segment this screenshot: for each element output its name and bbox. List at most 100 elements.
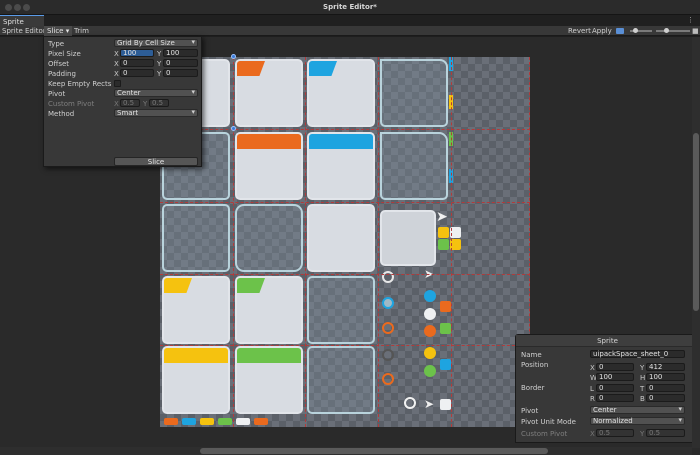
- sprite-panel-orange-header[interactable]: [235, 132, 303, 200]
- sprite-panel-green-tag[interactable]: [235, 276, 303, 344]
- sprite-panel-orange-tag[interactable]: [235, 59, 303, 127]
- crosshair-orange-icon[interactable]: [382, 373, 394, 385]
- sprite-panel-green-header[interactable]: [235, 346, 303, 414]
- trim-button[interactable]: Trim: [74, 27, 89, 35]
- crosshair-white-icon[interactable]: [382, 271, 394, 283]
- yellow-header: [164, 348, 228, 363]
- y-axis-label: Y: [157, 70, 162, 78]
- sprite-glass-panel[interactable]: [235, 204, 303, 272]
- pivot-dropdown[interactable]: Center: [114, 89, 198, 97]
- cursor-arrow-icon[interactable]: ➤: [436, 209, 448, 225]
- orange-circle-sprite[interactable]: [424, 325, 436, 337]
- blue-square-sprite[interactable]: [440, 359, 451, 370]
- sprite-panel-blue-tag[interactable]: [307, 59, 375, 127]
- more-options-icon[interactable]: ⋮: [687, 16, 694, 24]
- sprite-glass-panel[interactable]: [380, 59, 448, 127]
- green-bar-sprite[interactable]: [218, 418, 232, 425]
- zoom-slider[interactable]: [656, 30, 690, 32]
- color-channel-icon[interactable]: [616, 28, 624, 34]
- sprite-glass-panel[interactable]: [162, 204, 230, 272]
- vertical-scrollbar[interactable]: [692, 37, 700, 448]
- crosshair-white-icon[interactable]: [404, 397, 416, 409]
- slice-grid-line: [305, 57, 306, 427]
- position-label: Position: [521, 361, 549, 369]
- position-x-input[interactable]: 0: [596, 363, 634, 371]
- sprite-panel-yellow-tag[interactable]: [162, 276, 230, 344]
- border-top-input[interactable]: 0: [646, 384, 685, 392]
- slice-button[interactable]: Slice: [114, 157, 198, 166]
- padding-x-input[interactable]: 0: [120, 69, 154, 77]
- custom-pivot-y-input: 0.5: [149, 99, 169, 107]
- yellow-circle-sprite[interactable]: [424, 347, 436, 359]
- yellow-bar-sprite[interactable]: [200, 418, 214, 425]
- blue-header: [309, 134, 373, 149]
- r-axis-label: R: [590, 395, 595, 403]
- keep-empty-rects-label: Keep Empty Rects: [48, 80, 112, 88]
- l-axis-label: L: [590, 385, 594, 393]
- offset-y-input[interactable]: 0: [163, 59, 198, 67]
- white-bar-sprite[interactable]: [236, 418, 250, 425]
- position-w-input[interactable]: 100: [596, 373, 634, 381]
- pivot-unit-mode-dropdown[interactable]: Normalized: [590, 417, 685, 425]
- sprite-pivot-dropdown[interactable]: Center: [590, 406, 685, 414]
- slice-selection-handle[interactable]: [231, 126, 236, 131]
- pixel-size-y-input[interactable]: 100: [163, 49, 198, 57]
- crosshair-blue-icon[interactable]: [382, 297, 394, 309]
- sprite-panel-yellow-header[interactable]: [162, 346, 230, 414]
- green-square-sprite[interactable]: [438, 239, 449, 250]
- keep-empty-rects-checkbox[interactable]: [114, 80, 121, 87]
- orange-square-sprite[interactable]: [440, 301, 451, 312]
- sprite-panel-plain[interactable]: [307, 204, 375, 272]
- blue-circle-sprite[interactable]: [424, 290, 436, 302]
- sprite-glass-panel[interactable]: [307, 346, 375, 414]
- tab-sprite-editor[interactable]: Sprite Editor*: [0, 15, 44, 34]
- vertical-scroll-thumb[interactable]: [693, 133, 699, 311]
- orange-bar-sprite[interactable]: [164, 418, 178, 425]
- white-square-sprite[interactable]: [440, 399, 451, 410]
- sprite-panel-header: Sprite: [516, 335, 699, 347]
- revert-button[interactable]: Revert: [568, 27, 591, 35]
- method-dropdown[interactable]: Smart: [114, 109, 198, 117]
- orange-bar-sprite[interactable]: [254, 418, 268, 425]
- sprite-panel-small[interactable]: [380, 210, 436, 266]
- position-y-input[interactable]: 412: [646, 363, 685, 371]
- pivot-label: Pivot: [48, 90, 66, 98]
- sprite-glass-panel[interactable]: [307, 276, 375, 344]
- crosshair-dark-icon[interactable]: [382, 349, 394, 361]
- slice-menu-button[interactable]: Slice ▾: [44, 26, 73, 36]
- zoom-slider-knob[interactable]: [664, 28, 669, 33]
- offset-x-input[interactable]: 0: [120, 59, 154, 67]
- crosshair-orange-icon[interactable]: [382, 322, 394, 334]
- padding-y-input[interactable]: 0: [163, 69, 198, 77]
- orange-tag: [237, 61, 265, 76]
- horizontal-scrollbar[interactable]: [0, 447, 692, 455]
- slice-selection-handle[interactable]: [231, 54, 236, 59]
- x-axis-label: X: [114, 60, 119, 68]
- x-axis-label: X: [114, 100, 119, 108]
- apply-button[interactable]: Apply: [592, 27, 612, 35]
- green-square-sprite[interactable]: [440, 323, 451, 334]
- sprite-name-input[interactable]: uipackSpace_sheet_0: [590, 350, 685, 358]
- window-title: Sprite Editor*: [323, 3, 377, 11]
- green-circle-sprite[interactable]: [424, 365, 436, 377]
- sprite-panel-blue-header[interactable]: [307, 132, 375, 200]
- pivot-unit-mode-label: Pivot Unit Mode: [521, 418, 576, 426]
- horizontal-scroll-thumb[interactable]: [200, 448, 548, 454]
- sprite-sheet-texture[interactable]: ➤ ➤ ➤: [160, 57, 530, 427]
- blue-bar-sprite[interactable]: [182, 418, 196, 425]
- alpha-slider-knob[interactable]: [633, 28, 638, 33]
- border-bottom-input[interactable]: 0: [646, 394, 685, 402]
- slice-grid-line: [378, 57, 379, 427]
- yellow-square-sprite[interactable]: [438, 227, 449, 238]
- position-h-input[interactable]: 100: [646, 373, 685, 381]
- x-axis-label: X: [114, 70, 119, 78]
- cursor-arrow-icon[interactable]: ➤: [424, 397, 434, 411]
- mipmap-icon[interactable]: ■: [692, 27, 699, 35]
- border-right-input[interactable]: 0: [596, 394, 634, 402]
- border-left-input[interactable]: 0: [596, 384, 634, 392]
- slice-grid-line: [451, 57, 452, 427]
- slice-type-dropdown[interactable]: Grid By Cell Size: [114, 39, 198, 47]
- pixel-size-x-input[interactable]: 100: [120, 49, 154, 57]
- sprite-glass-panel[interactable]: [380, 132, 448, 200]
- white-circle-sprite[interactable]: [424, 308, 436, 320]
